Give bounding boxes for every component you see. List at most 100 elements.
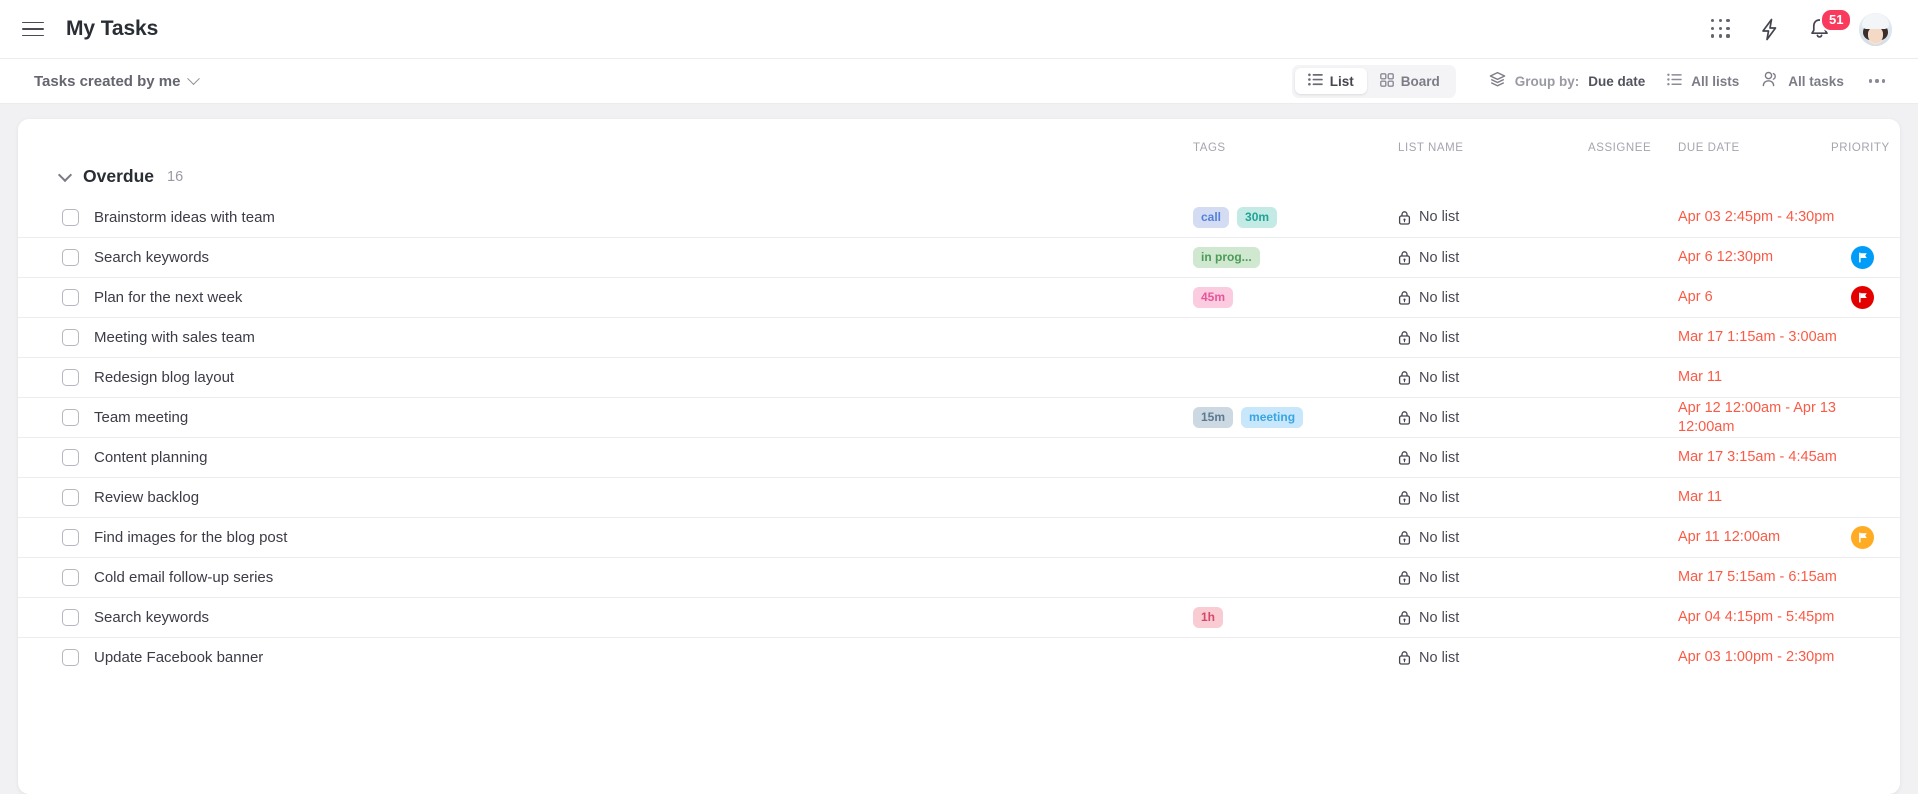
task-due-date-cell[interactable]: Mar 17 3:15am - 4:45am <box>1678 448 1848 467</box>
task-complete-checkbox[interactable] <box>62 609 79 626</box>
task-tag[interactable]: 1h <box>1193 607 1224 628</box>
apps-grid-icon[interactable] <box>1711 19 1731 39</box>
priority-flag-icon[interactable] <box>1851 246 1874 269</box>
table-row[interactable]: Search keywords in prog... No list Apr 6… <box>18 237 1900 277</box>
task-list-name-cell[interactable]: No list <box>1398 490 1459 506</box>
task-name-cell[interactable]: Brainstorm ideas with team <box>18 208 275 226</box>
table-row[interactable]: Cold email follow-up series No list Mar … <box>18 557 1900 597</box>
task-name-cell[interactable]: Search keywords <box>18 249 209 266</box>
task-complete-checkbox[interactable] <box>62 329 79 346</box>
task-due-date-cell[interactable]: Mar 17 1:15am - 3:00am <box>1678 328 1848 347</box>
hamburger-menu-icon[interactable] <box>22 18 44 40</box>
task-complete-checkbox[interactable] <box>62 249 79 266</box>
task-tags-cell[interactable]: 1h <box>1193 607 1224 628</box>
task-name-cell[interactable]: Find images for the blog post <box>18 529 287 546</box>
lock-icon <box>1398 250 1411 265</box>
task-name-cell[interactable]: Search keywords <box>18 609 209 626</box>
task-list-name-cell[interactable]: No list <box>1398 250 1459 266</box>
tab-list-view[interactable]: List <box>1294 68 1367 94</box>
task-complete-checkbox[interactable] <box>62 289 79 306</box>
all-tasks-filter[interactable]: All tasks <box>1750 65 1855 97</box>
task-priority-cell[interactable] <box>1851 526 1874 549</box>
table-row[interactable]: Find images for the blog post No list Ap… <box>18 517 1900 557</box>
task-name-cell[interactable]: Cold email follow-up series <box>18 569 273 586</box>
task-list-name-cell[interactable]: No list <box>1398 209 1459 225</box>
table-row[interactable]: Update Facebook banner No list Apr 03 1:… <box>18 637 1900 677</box>
tab-board-view[interactable]: Board <box>1367 68 1453 95</box>
task-complete-checkbox[interactable] <box>62 569 79 586</box>
task-list-name-cell[interactable]: No list <box>1398 570 1459 586</box>
task-tag[interactable]: call <box>1193 206 1230 228</box>
task-name-cell[interactable]: Redesign blog layout <box>18 369 234 386</box>
task-complete-checkbox[interactable] <box>62 208 79 226</box>
task-tags-cell[interactable]: call 30m <box>1193 206 1278 228</box>
group-header-overdue[interactable]: Overdue 16 <box>18 159 1900 197</box>
task-tag[interactable]: 30m <box>1237 206 1278 228</box>
task-due-date-cell[interactable]: Apr 12 12:00am - Apr 13 12:00am <box>1678 399 1848 437</box>
table-row[interactable]: Redesign blog layout No list Mar 11 <box>18 357 1900 397</box>
task-complete-checkbox[interactable] <box>62 489 79 506</box>
priority-flag-icon[interactable] <box>1851 286 1874 309</box>
priority-flag-icon[interactable] <box>1851 526 1874 549</box>
task-due-date-cell[interactable]: Apr 04 4:15pm - 5:45pm <box>1678 608 1848 627</box>
ellipsis-icon[interactable] <box>1855 70 1892 91</box>
table-row[interactable]: Team meeting 15m meeting No list Apr 12 1… <box>18 397 1900 437</box>
task-name-cell[interactable]: Content planning <box>18 449 207 466</box>
table-row[interactable]: Review backlog No list Mar 11 <box>18 477 1900 517</box>
task-name-cell[interactable]: Plan for the next week <box>18 289 242 306</box>
task-list-name-cell[interactable]: No list <box>1398 650 1459 666</box>
content-area: TAGS LIST NAME ASSIGNEE DUE DATE PRIORIT… <box>0 104 1918 794</box>
task-name-cell[interactable]: Team meeting <box>18 409 188 426</box>
task-list-name-cell[interactable]: No list <box>1398 370 1459 386</box>
task-tags-cell[interactable]: 45m <box>1193 287 1234 308</box>
task-tag[interactable]: meeting <box>1241 407 1304 428</box>
task-tag[interactable]: 45m <box>1193 287 1234 308</box>
task-complete-checkbox[interactable] <box>62 529 79 546</box>
task-due-date-cell[interactable]: Apr 03 1:00pm - 2:30pm <box>1678 648 1848 667</box>
task-list-name-cell[interactable]: No list <box>1398 450 1459 466</box>
task-due-date-cell[interactable]: Apr 03 2:45pm - 4:30pm <box>1678 208 1848 227</box>
view-selector-dropdown[interactable]: Tasks created by me <box>34 71 201 90</box>
task-tag[interactable]: in prog... <box>1193 247 1260 268</box>
table-row[interactable]: Search keywords 1h No list Apr 04 4:15pm… <box>18 597 1900 637</box>
table-row[interactable]: Brainstorm ideas with team call 30m No li… <box>18 197 1900 237</box>
task-name-cell[interactable]: Update Facebook banner <box>18 649 263 666</box>
task-list-name-cell[interactable]: No list <box>1398 530 1459 546</box>
task-complete-checkbox[interactable] <box>62 449 79 466</box>
task-list-name-cell[interactable]: No list <box>1398 290 1459 306</box>
task-name-label: Plan for the next week <box>94 289 243 306</box>
task-complete-checkbox[interactable] <box>62 369 79 386</box>
task-due-date-cell[interactable]: Mar 11 <box>1678 368 1848 387</box>
group-count: 16 <box>167 168 184 185</box>
chevron-down-icon[interactable] <box>57 167 73 182</box>
task-due-date-cell[interactable]: Apr 11 12:00am <box>1678 528 1848 547</box>
page-title: My Tasks <box>66 17 159 40</box>
table-row[interactable]: Plan for the next week 45m No list Apr 6 <box>18 277 1900 317</box>
task-tags-cell[interactable]: in prog... <box>1193 247 1260 268</box>
lightning-bolt-icon[interactable] <box>1759 18 1780 41</box>
task-name-cell[interactable]: Meeting with sales team <box>18 329 255 346</box>
task-due-date-cell[interactable]: Mar 17 5:15am - 6:15am <box>1678 568 1848 587</box>
task-due-date-cell[interactable]: Apr 6 12:30pm <box>1678 248 1848 267</box>
task-tag[interactable]: 15m <box>1193 407 1234 428</box>
task-name-label: Redesign blog layout <box>94 369 235 386</box>
task-complete-checkbox[interactable] <box>62 409 79 426</box>
table-row[interactable]: Content planning No list Mar 17 3:15am -… <box>18 437 1900 477</box>
task-priority-cell[interactable] <box>1851 286 1874 309</box>
task-list-name-cell[interactable]: No list <box>1398 410 1459 426</box>
task-complete-checkbox[interactable] <box>62 649 79 666</box>
task-due-date-cell[interactable]: Mar 11 <box>1678 488 1848 507</box>
task-name-cell[interactable]: Review backlog <box>18 489 199 506</box>
all-lists-filter[interactable]: All lists <box>1656 67 1750 95</box>
vertical-scrollbar[interactable] <box>1891 247 1898 577</box>
task-tags-cell[interactable]: 15m meeting <box>1193 407 1304 428</box>
group-by-control[interactable]: Group by: Due date <box>1478 65 1657 97</box>
task-list-name-label: No list <box>1419 609 1460 626</box>
task-list-name-cell[interactable]: No list <box>1398 610 1459 626</box>
task-priority-cell[interactable] <box>1851 246 1874 269</box>
task-list-name-cell[interactable]: No list <box>1398 330 1459 346</box>
task-due-date-cell[interactable]: Apr 6 <box>1678 288 1848 307</box>
user-avatar[interactable] <box>1859 12 1892 46</box>
notification-bell-icon[interactable]: 51 <box>1808 8 1853 41</box>
table-row[interactable]: Meeting with sales team No list Mar 17 1… <box>18 317 1900 357</box>
